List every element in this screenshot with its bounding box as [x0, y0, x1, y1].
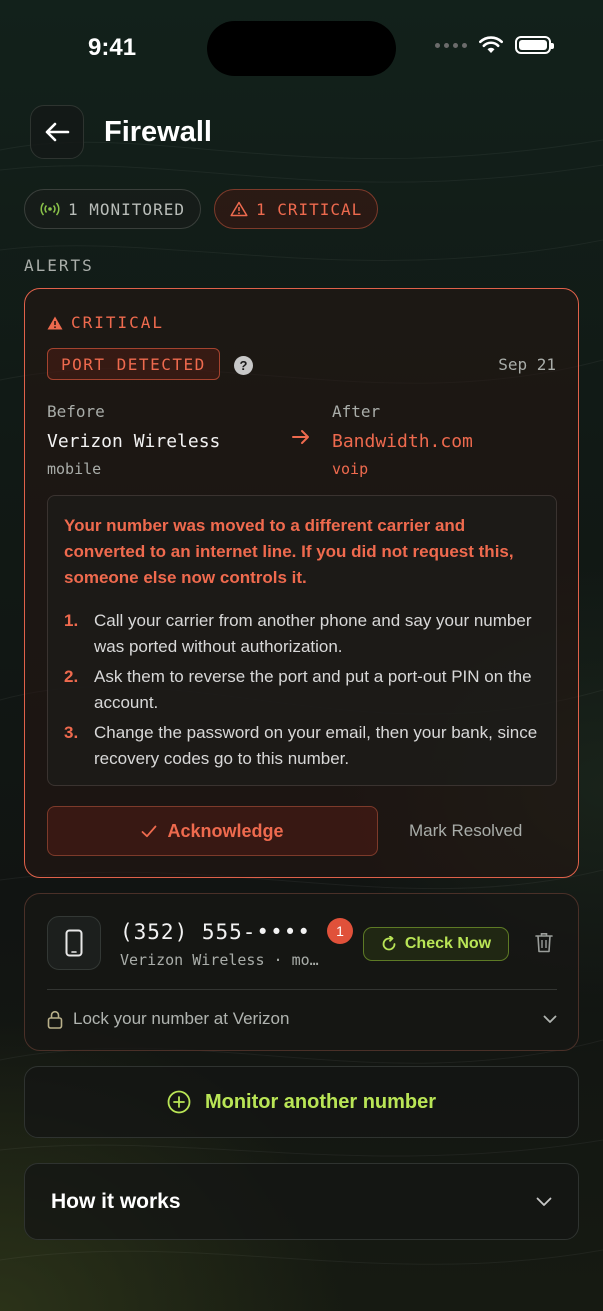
monitored-number-card: (352) 555-•••• 1 Verizon Wireless · mo… …: [24, 893, 579, 1051]
trash-icon[interactable]: [535, 932, 553, 953]
before-label: Before: [47, 402, 105, 421]
summary-chips: 1 MONITORED 1 CRITICAL: [24, 189, 379, 229]
acknowledge-label: Acknowledge: [167, 820, 284, 841]
check-now-button[interactable]: Check Now: [363, 927, 509, 961]
mark-resolved-button[interactable]: Mark Resolved: [409, 821, 522, 841]
phone-icon-box: [47, 916, 101, 970]
acknowledge-button[interactable]: Acknowledge: [47, 806, 378, 856]
alert-warning-text: Your number was moved to a different car…: [64, 516, 514, 587]
signal-icon: [40, 202, 60, 216]
after-type: voip: [332, 460, 369, 478]
step-number: 3.: [64, 723, 79, 742]
step-item: 2. Ask them to reverse the port and put …: [64, 664, 540, 716]
alert-date: Sep 21: [498, 355, 556, 374]
alerts-section-label: ALERTS: [24, 256, 94, 275]
alert-instructions: Your number was moved to a different car…: [47, 495, 557, 786]
number-carrier: Verizon Wireless · mo…: [120, 951, 319, 969]
monitor-another-number-button[interactable]: Monitor another number: [24, 1066, 579, 1138]
step-text: Ask them to reverse the port and put a p…: [94, 667, 532, 712]
back-button[interactable]: [30, 105, 84, 159]
phone-number: (352) 555-••••: [120, 920, 312, 944]
how-it-works-row[interactable]: How it works: [24, 1163, 579, 1240]
step-text: Change the password on your email, then …: [94, 723, 538, 768]
wifi-icon: [479, 36, 503, 53]
after-carrier: Bandwidth.com: [332, 431, 473, 452]
chevron-down-icon: [543, 1015, 557, 1023]
monitored-chip-label: 1 MONITORED: [68, 199, 185, 219]
after-column: After Bandwidth.com voip: [332, 402, 473, 478]
divider: [47, 989, 557, 990]
status-time: 9:41: [88, 34, 137, 61]
plus-circle-icon: [167, 1090, 191, 1114]
back-arrow-icon: [45, 122, 70, 142]
monitored-chip[interactable]: 1 MONITORED: [24, 189, 201, 229]
step-item: 1. Call your carrier from another phone …: [64, 608, 540, 660]
how-it-works-label: How it works: [51, 1189, 181, 1213]
phone-icon: [65, 929, 83, 957]
alert-severity: CRITICAL: [47, 313, 164, 332]
before-carrier: Verizon Wireless: [47, 431, 221, 452]
check-icon: [142, 825, 157, 837]
alert-severity-label: CRITICAL: [71, 313, 165, 332]
step-item: 3. Change the password on your email, th…: [64, 720, 540, 772]
cellular-signal-icon: [435, 42, 467, 48]
step-text: Call your carrier from another phone and…: [94, 611, 532, 656]
lock-number-label: Lock your number at Verizon: [73, 1009, 290, 1028]
warning-icon: [230, 201, 248, 217]
monitor-another-number-label: Monitor another number: [204, 1090, 437, 1113]
check-now-label: Check Now: [404, 935, 492, 952]
port-detected-badge: PORT DETECTED: [47, 348, 220, 380]
after-label: After: [332, 402, 381, 421]
critical-chip[interactable]: 1 CRITICAL: [213, 189, 379, 229]
status-bar: 9:41: [0, 0, 603, 98]
warning-icon: [47, 316, 63, 329]
before-type: mobile: [47, 460, 102, 478]
header: Firewall: [30, 105, 212, 159]
dynamic-island: [207, 21, 396, 76]
before-column: Before Verizon Wireless mobile: [47, 402, 220, 478]
chevron-down-icon: [536, 1197, 552, 1206]
lock-number-row[interactable]: Lock your number at Verizon: [47, 1009, 557, 1029]
refresh-icon: [382, 936, 396, 951]
alert-count-badge: 1: [327, 918, 353, 944]
battery-icon: [515, 36, 554, 54]
lock-icon: [47, 1010, 63, 1029]
critical-chip-label: 1 CRITICAL: [255, 199, 363, 219]
page-title: Firewall: [104, 115, 212, 148]
step-number: 1.: [64, 611, 79, 630]
arrow-right-icon: [292, 430, 309, 444]
step-number: 2.: [64, 667, 79, 686]
alert-card: CRITICAL PORT DETECTED ? Sep 21 Before V…: [24, 288, 579, 878]
help-icon[interactable]: ?: [234, 356, 253, 375]
